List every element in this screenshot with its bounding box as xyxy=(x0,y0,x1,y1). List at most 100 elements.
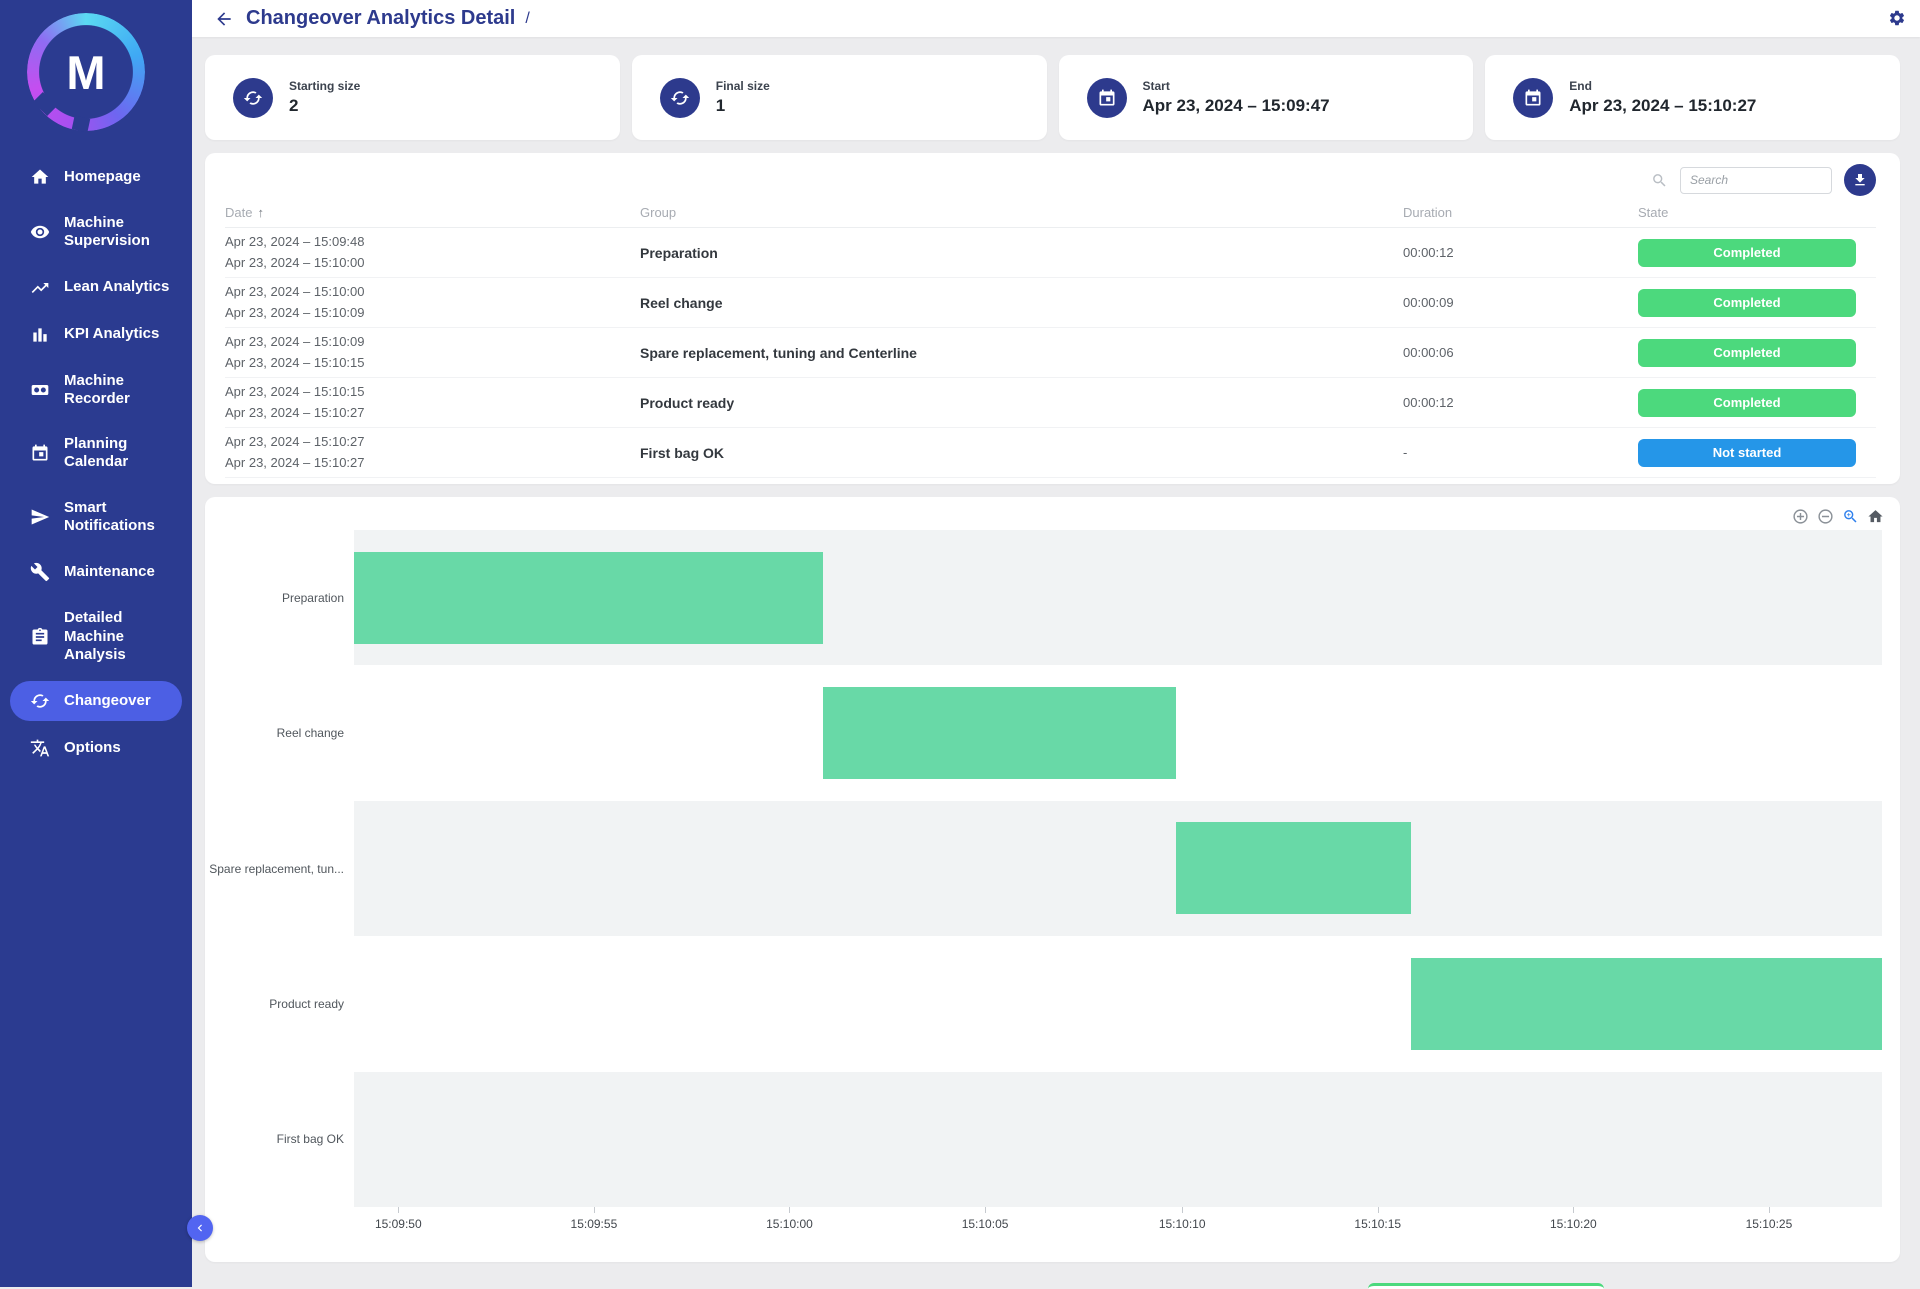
sidebar-item-lean-analytics[interactable]: Lean Analytics xyxy=(10,268,182,308)
stat-card-label: Final size xyxy=(716,79,770,93)
stat-card-start: StartApr 23, 2024 – 15:09:47 xyxy=(1059,55,1474,140)
stat-card-value: Apr 23, 2024 – 15:10:27 xyxy=(1569,96,1756,116)
sidebar-collapse-button[interactable] xyxy=(187,1215,213,1241)
sidebar-item-label: Changeover xyxy=(64,692,151,710)
arrow-left-icon xyxy=(214,9,234,29)
gantt-bar-preparation[interactable] xyxy=(354,552,823,644)
settings-gear-button[interactable] xyxy=(1886,8,1908,30)
logo-letter: M xyxy=(27,13,145,131)
reset-home-icon xyxy=(1867,508,1884,525)
sidebar-item-kpi-analytics[interactable]: KPI Analytics xyxy=(10,315,182,355)
gantt-bar-product-ready[interactable] xyxy=(1411,958,1882,1050)
gantt-row-label: Product ready xyxy=(269,997,344,1011)
changeover-icon-circle xyxy=(233,78,273,118)
sidebar-item-machine-supervision[interactable]: Machine Supervision xyxy=(10,204,182,261)
column-header-state[interactable]: State xyxy=(1638,205,1876,220)
sidebar: M Homepage Machine Supervision Lean Analyt… xyxy=(0,0,192,1287)
stat-card-label: Starting size xyxy=(289,79,360,93)
date-cell: Apr 23, 2024 – 15:10:00Apr 23, 2024 – 15… xyxy=(225,282,640,322)
sidebar-item-planning-calendar[interactable]: Planning Calendar xyxy=(10,425,182,482)
stat-card-value: Apr 23, 2024 – 15:09:47 xyxy=(1143,96,1330,116)
x-tick-mark xyxy=(789,1207,790,1213)
date-cell: Apr 23, 2024 – 15:10:09Apr 23, 2024 – 15… xyxy=(225,332,640,372)
sidebar-item-label: Smart Notifications xyxy=(64,499,170,536)
table-row-reel-change[interactable]: Apr 23, 2024 – 15:10:00Apr 23, 2024 – 15… xyxy=(225,278,1876,328)
sidebar-item-label: KPI Analytics xyxy=(64,325,159,343)
gantt-row-label: Preparation xyxy=(282,591,344,605)
sidebar-item-machine-recorder[interactable]: Machine Recorder xyxy=(10,362,182,419)
x-tick-mark xyxy=(1573,1207,1574,1213)
duration-cell: 00:00:09 xyxy=(1403,295,1638,310)
x-tick-mark xyxy=(1769,1207,1770,1213)
zoom-in-circle-icon xyxy=(1792,508,1809,525)
gantt-bar-reel-change[interactable] xyxy=(823,687,1176,779)
gantt-bar-spare-replacement-tuning-and-centerline[interactable] xyxy=(1176,822,1411,914)
zoom-area-button[interactable] xyxy=(1841,508,1859,526)
sort-ascending-icon: ↑ xyxy=(257,205,264,220)
zoom-out-circle-button[interactable] xyxy=(1816,508,1834,526)
download-button[interactable] xyxy=(1844,164,1876,196)
sidebar-item-label: Planning Calendar xyxy=(64,435,170,472)
eye-icon xyxy=(30,222,50,242)
table-row-spare-replacement-tuning-and-centerline[interactable]: Apr 23, 2024 – 15:10:09Apr 23, 2024 – 15… xyxy=(225,328,1876,378)
changeover-icon xyxy=(670,88,690,108)
bars-icon xyxy=(30,325,50,345)
partial-legend-chip[interactable] xyxy=(1368,1283,1604,1289)
clipboard-icon xyxy=(30,627,50,647)
gantt-chart: PreparationReel changeSpare replacement,… xyxy=(205,530,1882,1240)
date-cell: Apr 23, 2024 – 15:10:15Apr 23, 2024 – 15… xyxy=(225,382,640,422)
group-cell: Reel change xyxy=(640,295,1403,311)
x-tick-mark xyxy=(1378,1207,1379,1213)
calendar-icon-circle xyxy=(1087,78,1127,118)
search-icon xyxy=(1651,172,1668,189)
changeover-icon xyxy=(30,691,50,711)
zoom-in-circle-button[interactable] xyxy=(1791,508,1809,526)
state-badge: Completed xyxy=(1638,239,1856,267)
gantt-chart-card: PreparationReel changeSpare replacement,… xyxy=(205,497,1900,1262)
sidebar-item-changeover[interactable]: Changeover xyxy=(10,681,182,721)
stat-card-label: End xyxy=(1569,79,1756,93)
sidebar-item-detailed-machine-analysis[interactable]: Detailed Machine Analysis xyxy=(10,599,182,674)
changeover-icon xyxy=(243,88,263,108)
sidebar-item-label: Options xyxy=(64,739,121,757)
top-header: Changeover Analytics Detail / xyxy=(192,0,1920,37)
table-row-first-bag-ok[interactable]: Apr 23, 2024 – 15:10:27Apr 23, 2024 – 15… xyxy=(225,428,1876,478)
table-row-product-ready[interactable]: Apr 23, 2024 – 15:10:15Apr 23, 2024 – 15… xyxy=(225,378,1876,428)
duration-cell: 00:00:12 xyxy=(1403,245,1638,260)
sidebar-item-maintenance[interactable]: Maintenance xyxy=(10,552,182,592)
search-input[interactable] xyxy=(1680,167,1832,194)
x-tick-label: 15:09:55 xyxy=(571,1217,618,1231)
sidebar-nav: Homepage Machine Supervision Lean Analytic… xyxy=(0,157,192,768)
changeover-steps-table-card: Date ↑ Group Duration State Apr 23, 2024… xyxy=(205,153,1900,484)
send-icon xyxy=(30,507,50,527)
x-tick-label: 15:10:10 xyxy=(1159,1217,1206,1231)
stat-card-starting-size: Starting size 2 xyxy=(205,55,620,140)
zoom-out-circle-icon xyxy=(1817,508,1834,525)
column-header-group[interactable]: Group xyxy=(640,205,1403,220)
x-tick-mark xyxy=(594,1207,595,1213)
sidebar-item-options[interactable]: Options xyxy=(10,728,182,768)
back-button[interactable] xyxy=(214,8,236,30)
gantt-plot-area xyxy=(354,530,1882,1207)
calendar-icon xyxy=(1097,88,1117,108)
x-tick-mark xyxy=(398,1207,399,1213)
stat-card-value: 2 xyxy=(289,96,360,116)
main-area: Changeover Analytics Detail / Starting s… xyxy=(192,0,1920,1287)
x-tick-label: 15:10:20 xyxy=(1550,1217,1597,1231)
table-row-preparation[interactable]: Apr 23, 2024 – 15:09:48Apr 23, 2024 – 15… xyxy=(225,228,1876,278)
sidebar-item-homepage[interactable]: Homepage xyxy=(10,157,182,197)
column-header-date[interactable]: Date ↑ xyxy=(225,205,640,220)
changeover-icon-circle xyxy=(660,78,700,118)
gantt-x-axis: 15:09:5015:09:5515:10:0015:10:0515:10:10… xyxy=(354,1207,1882,1239)
sidebar-item-label: Lean Analytics xyxy=(64,278,169,296)
sidebar-item-smart-notifications[interactable]: Smart Notifications xyxy=(10,489,182,546)
x-tick-label: 15:10:05 xyxy=(962,1217,1009,1231)
group-cell: Preparation xyxy=(640,245,1403,261)
gantt-row-label: Reel change xyxy=(277,726,344,740)
calendar-icon xyxy=(1523,88,1543,108)
stat-card-end: End Apr 23, 2024 – 15:10:27 xyxy=(1485,55,1900,140)
state-badge: Completed xyxy=(1638,289,1856,317)
reset-home-button[interactable] xyxy=(1866,508,1884,526)
column-header-duration[interactable]: Duration xyxy=(1403,205,1638,220)
chart-toolbar xyxy=(1791,508,1884,526)
